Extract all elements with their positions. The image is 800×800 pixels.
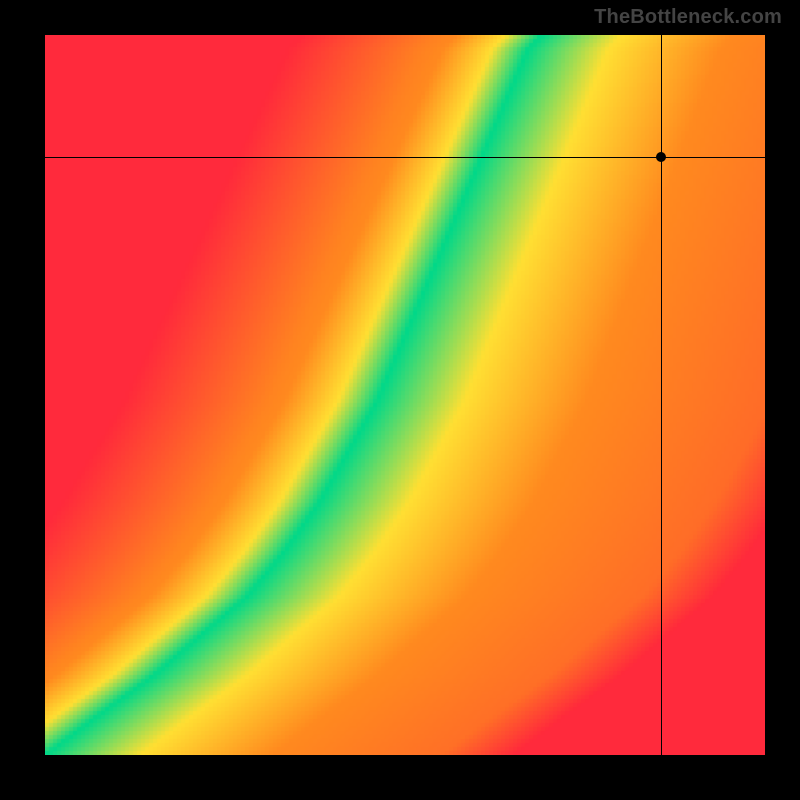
heatmap-canvas	[45, 35, 765, 755]
crosshair-marker	[656, 152, 666, 162]
watermark: TheBottleneck.com	[594, 6, 782, 29]
crosshair-vertical	[661, 35, 662, 755]
heatmap-plot	[45, 35, 765, 755]
